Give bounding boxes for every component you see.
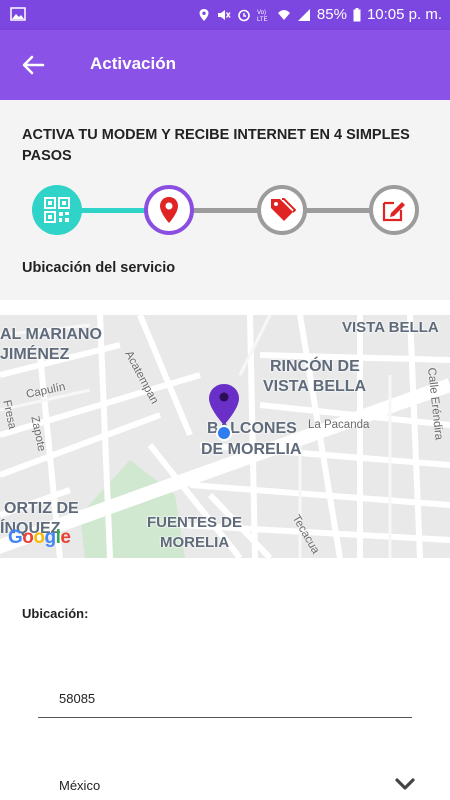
step-price [257,185,307,235]
location-pin-icon [160,197,178,223]
qr-code-icon [44,197,70,223]
postal-code-input[interactable] [38,675,412,718]
map-neighborhood-label: RINCÓN DE [270,358,360,375]
battery-icon [353,7,361,21]
wifi-status-icon [277,9,290,20]
country-value: México [59,778,101,793]
chevron-down-icon[interactable] [395,778,415,792]
map-neighborhood-label: AL MARIANO [0,326,102,343]
app-bar: Activación [0,30,450,100]
step-edit [369,185,419,235]
back-arrow-icon[interactable] [18,50,48,80]
page-title: Activación [90,54,176,73]
service-map[interactable]: AL MARIANO JIMÉNEZ VISTA BELLA RINCÓN DE… [0,315,450,558]
map-neighborhood-label: JIMÉNEZ [0,346,70,363]
status-time: 10:05 p. m. [366,6,442,23]
map-neighborhood-label: DE MORELIA [201,441,302,458]
step-location [144,185,194,235]
map-pin-icon [209,384,239,441]
country-select[interactable]: México [38,768,418,800]
volte-status-icon: Vo)LTE [257,10,268,22]
activation-steps: ACTIVA TU MODEM Y RECIBE INTERNET EN 4 S… [0,100,450,300]
price-tags-icon [271,198,296,221]
step-qr-code [32,185,82,235]
map-street-label: La Pacanda [308,419,370,431]
mute-status-icon [217,9,231,20]
alarm-status-icon [238,9,250,21]
svg-text:LTE: LTE [257,17,268,22]
steps-heading: ACTIVA TU MODEM Y RECIBE INTERNET EN 4 S… [22,127,410,164]
current-step-label: Ubicación del servicio [22,260,176,276]
map-neighborhood-label: ORTIZ DE [4,500,79,517]
map-neighborhood-label: MORELIA [160,534,230,551]
google-logo: Google [8,527,71,548]
step-connector [192,208,262,213]
location-status-icon [199,8,209,21]
gallery-notification-icon [10,7,26,21]
battery-percent: 85% [316,6,347,23]
step-connector-complete [80,208,150,213]
map-neighborhood-label: VISTA BELLA [263,378,367,395]
signal-status-icon [297,8,310,21]
location-label: Ubicación: [22,606,89,621]
step-connector [305,208,375,213]
map-neighborhood-label: VISTA BELLA [342,319,439,336]
svg-text:Vo): Vo) [257,10,266,16]
map-neighborhood-label: FUENTES DE [147,514,243,531]
edit-icon [382,201,405,222]
status-bar: Vo) LTE 85% 10:05 p. m. [0,0,450,30]
